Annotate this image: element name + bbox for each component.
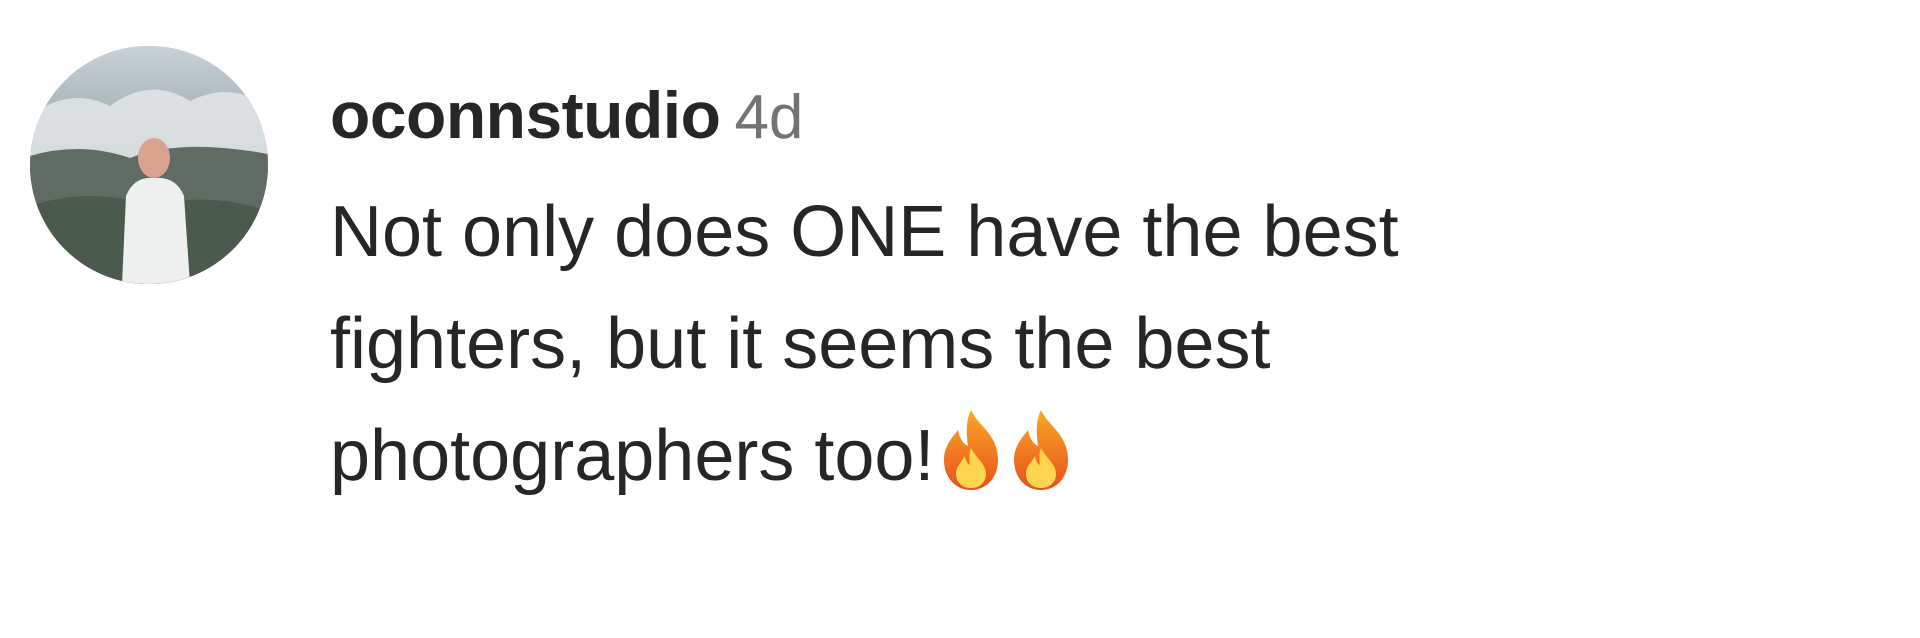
- avatar[interactable]: [30, 46, 268, 284]
- comment-header: oconnstudio 4d: [330, 70, 1890, 160]
- profile-photo: [30, 46, 268, 284]
- fire-emoji-icon: [1008, 408, 1074, 492]
- username-link[interactable]: oconnstudio: [330, 70, 721, 160]
- comment-text: Not only does ONE have the best fighters…: [330, 176, 1890, 512]
- comment-text-line-last: photographers too!: [330, 400, 1890, 512]
- comment-text-line: fighters, but it seems the best: [330, 304, 1271, 384]
- fire-emoji-icon: [938, 408, 1004, 492]
- comment-text-line: photographers too!: [330, 416, 935, 496]
- comment-item: oconnstudio 4d Not only does ONE have th…: [0, 0, 1920, 638]
- comment-body: oconnstudio 4d Not only does ONE have th…: [330, 70, 1890, 512]
- comment-text-line: Not only does ONE have the best: [330, 192, 1399, 272]
- timestamp[interactable]: 4d: [734, 73, 803, 163]
